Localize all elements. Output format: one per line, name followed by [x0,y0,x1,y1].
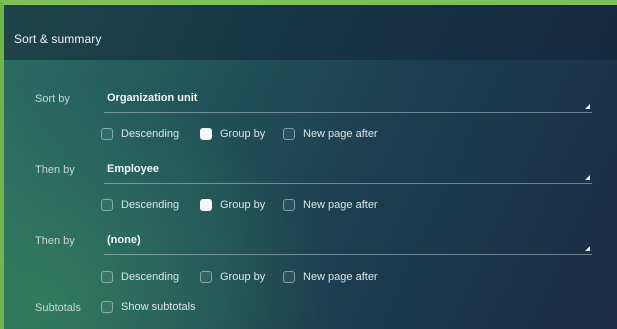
sort-summary-panel: Sort & summary Sort by Organization unit… [0,0,617,329]
new-page-after-label: New page after [303,128,378,140]
then-by-select-2[interactable]: (none) [104,232,592,255]
then-by-value-2: (none) [107,234,141,246]
checkbox-icon [200,128,212,140]
checkbox-icon [283,199,295,211]
then-by-value-1: Employee [107,163,159,175]
panel-title: Sort & summary [14,32,102,46]
then-by-2-group-by-checkbox[interactable]: Group by [200,269,265,285]
sort-by-select[interactable]: Organization unit [104,90,592,113]
caret-down-icon [585,104,590,109]
checkbox-icon [101,301,113,313]
checkbox-icon [101,199,113,211]
then-by-label-1: Then by [35,164,75,176]
descending-label: Descending [121,271,180,283]
panel-header: Sort & summary [4,5,617,60]
then-by-1-descending-checkbox[interactable]: Descending [101,197,179,213]
sort-by-descending-checkbox[interactable]: Descending [101,126,179,142]
checkbox-icon [283,271,295,283]
group-by-label: Group by [220,128,266,140]
then-by-select-1[interactable]: Employee [104,161,592,184]
then-by-2-new-page-after-checkbox[interactable]: New page after [283,269,378,285]
descending-label: Descending [121,128,180,140]
then-by-label-2: Then by [35,235,75,247]
then-by-1-new-page-after-checkbox[interactable]: New page after [283,197,378,213]
descending-label: Descending [121,199,180,211]
checkbox-icon [101,271,113,283]
then-by-2-descending-checkbox[interactable]: Descending [101,269,179,285]
new-page-after-label: New page after [303,271,378,283]
new-page-after-label: New page after [303,199,378,211]
show-subtotals-label: Show subtotals [121,301,196,313]
checkbox-icon [200,199,212,211]
sort-by-label: Sort by [35,93,70,105]
group-by-label: Group by [220,199,266,211]
checkbox-icon [200,271,212,283]
show-subtotals-checkbox[interactable]: Show subtotals [101,299,196,315]
sort-by-group-by-checkbox[interactable]: Group by [200,126,265,142]
then-by-1-group-by-checkbox[interactable]: Group by [200,197,265,213]
sort-by-value: Organization unit [107,92,198,104]
caret-down-icon [585,175,590,180]
sort-by-new-page-after-checkbox[interactable]: New page after [283,126,378,142]
checkbox-icon [283,128,295,140]
subtotals-label: Subtotals [35,302,81,314]
caret-down-icon [585,246,590,251]
group-by-label: Group by [220,271,266,283]
checkbox-icon [101,128,113,140]
